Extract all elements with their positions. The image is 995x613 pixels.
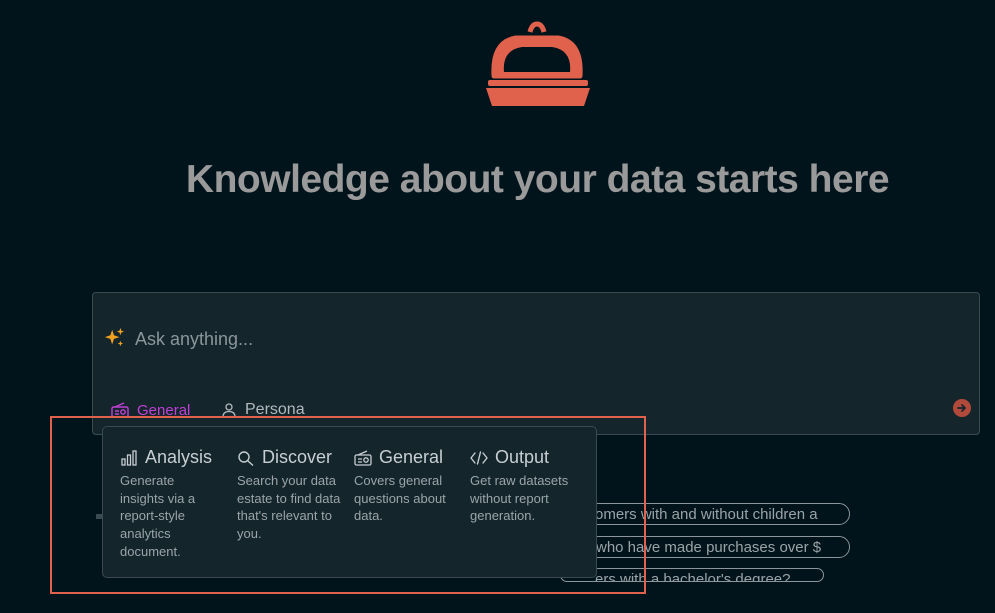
mode-option-description: Get raw datasets without report generati… <box>470 473 569 524</box>
suggestion-text: omers with and without children a <box>595 506 818 523</box>
ask-input[interactable] <box>133 323 957 355</box>
mode-selector-button[interactable]: General <box>111 399 190 421</box>
mode-option-title: Analysis <box>145 447 213 467</box>
mode-option-output[interactable]: Output Get raw datasets without report g… <box>470 447 588 525</box>
mode-menu: Analysis Generate insights via a report-… <box>102 426 597 578</box>
code-icon <box>470 450 488 465</box>
suggestion-pill[interactable]: ers with a bachelor's degree? <box>560 568 824 582</box>
mode-option-title: Output <box>495 447 550 467</box>
bell-logo-icon <box>486 21 590 106</box>
bar-chart-icon <box>121 449 137 466</box>
chat-box: General Persona <box>92 292 980 435</box>
persona-button[interactable]: Persona <box>221 399 305 421</box>
suggestion-text: who have made purchases over $ <box>596 539 822 556</box>
mode-label: General <box>137 401 191 419</box>
mode-option-description: Generate insights via a report-style ana… <box>120 473 196 559</box>
mode-option-description: Covers general questions about data. <box>354 473 446 524</box>
mode-option-description: Search your data estate to find data tha… <box>237 473 341 542</box>
mode-option-discover[interactable]: Discover Search your data estate to find… <box>237 447 355 543</box>
persona-label: Persona <box>245 401 305 418</box>
mode-option-general[interactable]: General Covers general questions about d… <box>354 447 472 525</box>
page-headline: Knowledge about your data starts here <box>185 158 890 201</box>
send-button[interactable] <box>953 399 971 417</box>
sparkle-icon <box>104 327 125 347</box>
suggestion-text: ers with a bachelor's degree? <box>595 571 791 582</box>
suggestion-pill[interactable]: who have made purchases over $ <box>560 536 850 558</box>
radio-icon <box>354 449 372 466</box>
arrow-right-icon <box>957 404 966 412</box>
mode-option-title: Discover <box>262 447 333 467</box>
mode-option-analysis[interactable]: Analysis Generate insights via a report-… <box>120 447 238 561</box>
search-icon <box>238 450 254 466</box>
suggestion-pill[interactable]: omers with and without children a <box>560 503 850 525</box>
person-icon <box>222 403 236 418</box>
mode-option-title: General <box>379 447 444 467</box>
radio-icon <box>111 402 129 418</box>
